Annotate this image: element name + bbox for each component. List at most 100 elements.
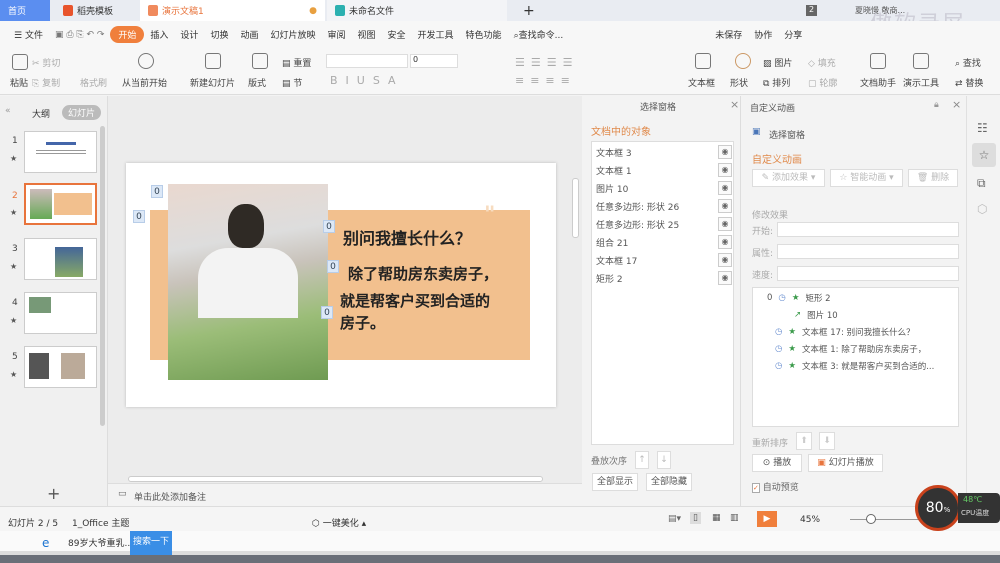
present-tools-button[interactable]: 演示工具 (903, 76, 939, 89)
object-item[interactable]: 图片 10 ◉ (596, 179, 732, 197)
play-from-current-button[interactable]: 从当前开始 (122, 76, 167, 89)
eye-icon[interactable]: ◉ (718, 145, 732, 159)
close-icon[interactable]: × (730, 98, 739, 111)
add-effect-button[interactable]: ✎ 添加效果 ▾ (752, 169, 825, 187)
reading-view-icon[interactable]: ▥ (730, 513, 739, 523)
tab-untitled[interactable]: 未命名文件 (327, 0, 507, 21)
menu-animation[interactable]: 动画 (234, 28, 264, 41)
hide-all-button[interactable]: 全部隐藏 (646, 473, 692, 491)
align-buttons[interactable]: ≡≡≡≡ (515, 74, 576, 87)
share-button[interactable]: 分享 (778, 28, 808, 41)
outline-button[interactable]: ▢ 轮廓 (808, 76, 837, 89)
news-headline[interactable]: 89岁大爷重乳... (68, 536, 133, 549)
arrange-button[interactable]: ⧉ 排列 (763, 76, 790, 89)
new-slide-button[interactable]: 新建幻灯片 (190, 76, 235, 89)
menu-developer[interactable]: 开发工具 (412, 28, 460, 41)
lock-icon[interactable]: 🔒︎ (934, 100, 939, 110)
menu-view[interactable]: 视图 (352, 28, 382, 41)
animation-order-badge[interactable]: 0 (323, 220, 335, 233)
slide-title-text[interactable]: 别问我擅长什么？ (343, 225, 471, 249)
reset-button[interactable]: ▤ 重置 (282, 56, 311, 69)
menu-insert[interactable]: 插入 (144, 28, 174, 41)
slide-thumbnail-3[interactable] (24, 238, 97, 280)
slide-body-line1[interactable]: 除了帮助房东卖房子， (348, 263, 498, 284)
quick-access-icons[interactable]: ▣ ⎙ ⎘ ↶ ↷ (49, 30, 110, 40)
zoom-level[interactable]: 45% (800, 515, 820, 525)
command-search[interactable]: ⌕查找命令... (508, 28, 570, 41)
shape-button[interactable]: 形状 (730, 76, 748, 89)
section-button[interactable]: ▤ 节 (282, 76, 302, 89)
window-count-badge[interactable]: 2 (806, 5, 817, 16)
font-format-buttons[interactable]: BIUSA (330, 74, 404, 87)
tab-docer[interactable]: 稻壳模板 (55, 0, 140, 21)
start-select[interactable] (777, 222, 959, 237)
zoom-slider[interactable] (850, 519, 920, 520)
tab-presentation1[interactable]: 演示文稿1 ● (140, 0, 325, 21)
cut-button[interactable]: ✂ 剪切 (32, 56, 60, 69)
eye-icon[interactable]: ◉ (718, 199, 732, 213)
animation-order-badge[interactable]: 0 (133, 210, 145, 223)
animation-item[interactable]: ↗ 图片 10 (794, 309, 838, 321)
menu-features[interactable]: 特色功能 (460, 28, 508, 41)
show-all-button[interactable]: 全部显示 (592, 473, 638, 491)
slide-canvas[interactable]: " 别问我擅长什么？ 除了帮助房东卖房子， 就是帮客户买到合适的 房子。 0 0… (126, 163, 556, 407)
doc-helper-button[interactable]: 文档助手 (860, 76, 896, 89)
copy-button[interactable]: ⎘ 复制 (32, 76, 60, 89)
slide-body-line2[interactable]: 就是帮客户买到合适的 (340, 290, 490, 311)
beautify-button[interactable]: ⬡ 一键美化 ▴ (312, 516, 366, 529)
slide-thumbnail-1[interactable] (24, 131, 97, 173)
tab-slides[interactable]: 幻灯片 (62, 105, 102, 120)
animation-pane-title[interactable]: 自定义动画 (750, 101, 795, 114)
add-slide-button[interactable]: + (47, 484, 60, 503)
horizontal-scrollbar[interactable] (128, 476, 543, 482)
animation-item[interactable]: ◷ ★ 文本框 17: 别问我擅长什么？ (775, 326, 915, 338)
font-name-field[interactable] (326, 54, 408, 68)
menu-design[interactable]: 设计 (174, 28, 204, 41)
unsaved-button[interactable]: 未保存 (709, 28, 748, 41)
tab-outline[interactable]: 大纲 (32, 107, 50, 120)
object-item[interactable]: 文本框 1 ◉ (596, 161, 732, 179)
object-item[interactable]: 文本框 3 ◉ (596, 143, 732, 161)
thumbnail-scrollbar[interactable] (100, 126, 105, 426)
tab-home[interactable]: 首页 (0, 0, 50, 21)
notes-placeholder[interactable]: 单击此处添加备注 (134, 490, 206, 503)
slide-body-line3[interactable]: 房子。 (340, 312, 385, 333)
file-menu[interactable]: ☰ 文件 (8, 28, 49, 41)
object-item[interactable]: 文本框 17 ◉ (596, 251, 732, 269)
notes-area[interactable]: ▭ 单击此处添加备注 (108, 483, 582, 506)
find-button[interactable]: ⌕ 查找 (955, 56, 981, 69)
slide-thumbnail-2[interactable] (24, 183, 97, 225)
replace-button[interactable]: ⇄ 替换 (955, 76, 983, 89)
play-button[interactable]: ⊙ 播放 (752, 454, 802, 472)
eye-icon[interactable]: ◉ (718, 181, 732, 195)
object-item[interactable]: 矩形 2 ◉ (596, 269, 732, 287)
format-painter-button[interactable]: 格式刷 (80, 76, 107, 89)
reorder-up-button[interactable]: ⬆ (796, 432, 812, 450)
move-up-button[interactable]: ↑ (635, 451, 649, 469)
animation-order-badge[interactable]: 0 (151, 185, 163, 198)
delete-button[interactable]: 🗑︎ 删除 (908, 169, 958, 187)
sorter-view-icon[interactable]: ▦ (712, 513, 721, 523)
collab-button[interactable]: 协作 (748, 28, 778, 41)
animation-order-badge[interactable]: 0 (327, 260, 339, 273)
eye-icon[interactable]: ◉ (718, 235, 732, 249)
layout-button[interactable]: 版式 (248, 76, 266, 89)
reorder-down-button[interactable]: ⬇ (819, 432, 835, 450)
eye-icon[interactable]: ◉ (718, 271, 732, 285)
animation-item[interactable]: 0 ◷ ★ 矩形 2 (767, 292, 831, 304)
fill-button[interactable]: ◇ 填充 (808, 56, 836, 69)
animation-star-icon[interactable]: ☆ (972, 143, 996, 167)
cube-icon[interactable]: ⬡ (977, 202, 987, 216)
eye-icon[interactable]: ◉ (718, 217, 732, 231)
slideshow-play-button[interactable]: ▶ (757, 511, 777, 527)
menu-transition[interactable]: 切换 (204, 28, 234, 41)
eye-icon[interactable]: ◉ (718, 163, 732, 177)
textbox-button[interactable]: 文本框 (688, 76, 715, 89)
object-item[interactable]: 任意多边形: 形状 26 ◉ (596, 197, 732, 215)
animation-item[interactable]: ◷ ★ 文本框 3: 就是帮客户买到合适的... (775, 360, 934, 372)
menu-home[interactable]: 开始 (110, 26, 145, 43)
vertical-scrollbar[interactable] (572, 178, 579, 238)
menu-slideshow[interactable]: 幻灯片放映 (264, 28, 321, 41)
smart-animation-button[interactable]: ☆ 智能动画 ▾ (830, 169, 903, 187)
speed-select[interactable] (777, 266, 959, 281)
